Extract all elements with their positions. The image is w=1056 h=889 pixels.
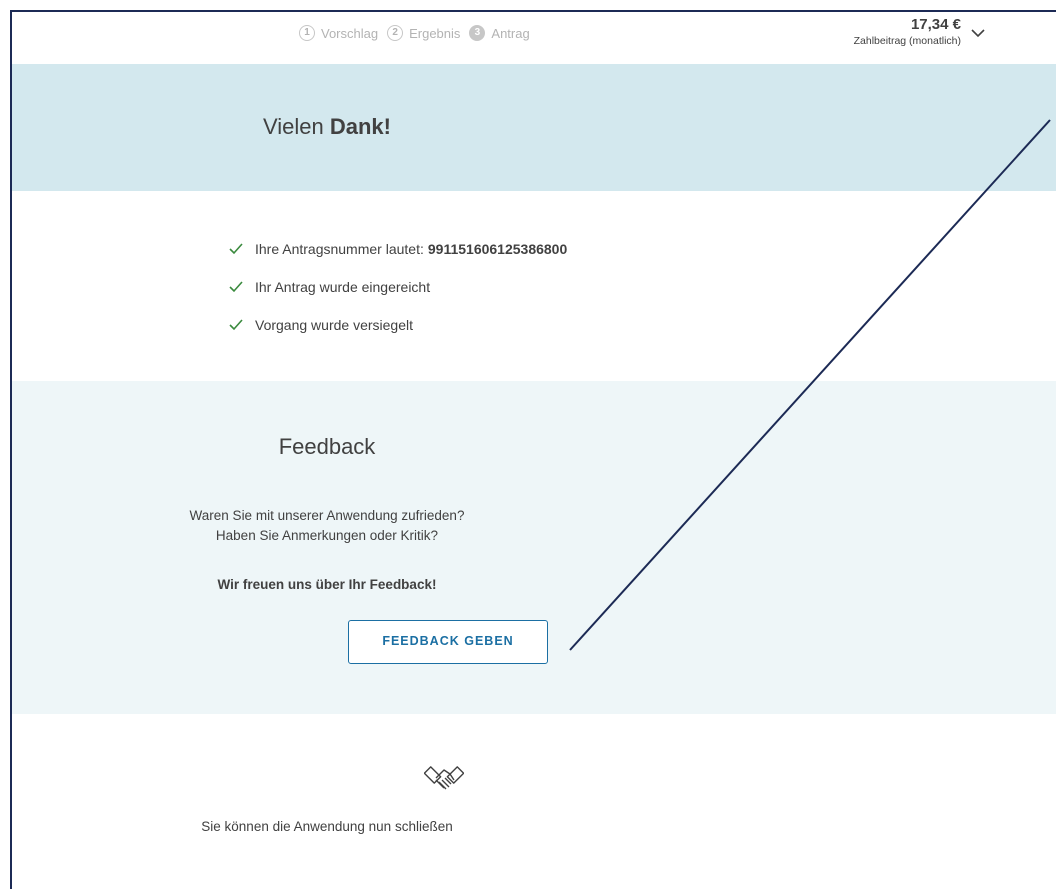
step-label-ergebnis: Ergebnis: [409, 25, 461, 41]
feedback-question-1: Waren Sie mit unserer Anwendung zufriede…: [189, 508, 465, 523]
feedback-question-2: Haben Sie Anmerkungen oder Kritik?: [215, 528, 439, 543]
monthly-price: 17,34 €: [910, 16, 961, 33]
app-frame: 1 Vorschlag 2 Ergebnis 3 Antrag 17,34 € …: [10, 10, 1056, 889]
handshake-icon: [424, 766, 464, 790]
step-label-vorschlag: Vorschlag: [321, 25, 379, 41]
list-item: Vorgang wurde versiegelt: [229, 306, 567, 344]
feedback-section: Feedback Waren Sie mit unserer Anwendung…: [12, 381, 1056, 714]
step-vorschlag[interactable]: 1 Vorschlag: [299, 25, 378, 41]
feedback-cta: Wir freuen uns über Ihr Feedback!: [217, 577, 437, 592]
step-ergebnis[interactable]: 2 Ergebnis: [387, 25, 460, 41]
chevron-down-icon[interactable]: [970, 26, 986, 40]
title-prefix: Vielen: [263, 114, 330, 139]
checkmark-icon: [229, 319, 243, 331]
application-number-label: Ihre Antragsnummer lautet:: [255, 241, 424, 257]
progress-steps: 1 Vorschlag 2 Ergebnis 3 Antrag: [299, 25, 539, 41]
step-number-1: 1: [299, 25, 315, 41]
step-number-2: 2: [387, 25, 404, 41]
thank-you-banner: Vielen Dank!: [12, 64, 1056, 191]
top-bar: 1 Vorschlag 2 Ergebnis 3 Antrag 17,34 € …: [12, 12, 1056, 65]
price-label: Zahlbeitrag (monatlich): [853, 35, 961, 47]
title-bold: Dank!: [329, 114, 391, 139]
page-title: Vielen Dank!: [12, 114, 642, 140]
application-number: 991151606125386800: [427, 241, 568, 257]
feedback-title: Feedback: [278, 434, 376, 459]
sealed-text: Vorgang wurde versiegelt: [255, 317, 413, 333]
step-number-3: 3: [469, 25, 486, 41]
close-app-text: Sie können die Anwendung nun schließen: [201, 819, 453, 834]
checkmark-icon: [229, 243, 243, 255]
feedback-button[interactable]: FEEDBACK GEBEN: [348, 620, 548, 664]
step-label-antrag: Antrag: [491, 25, 530, 41]
checkmark-icon: [229, 281, 243, 293]
list-item: Ihre Antragsnummer lautet: 9911516061253…: [229, 230, 567, 268]
price-summary[interactable]: 17,34 € Zahlbeitrag (monatlich): [854, 16, 961, 48]
step-antrag: 3 Antrag: [469, 25, 530, 41]
confirmation-list: Ihre Antragsnummer lautet: 9911516061253…: [229, 230, 567, 344]
list-item: Ihr Antrag wurde eingereicht: [229, 268, 567, 306]
submitted-text: Ihr Antrag wurde eingereicht: [255, 279, 431, 295]
